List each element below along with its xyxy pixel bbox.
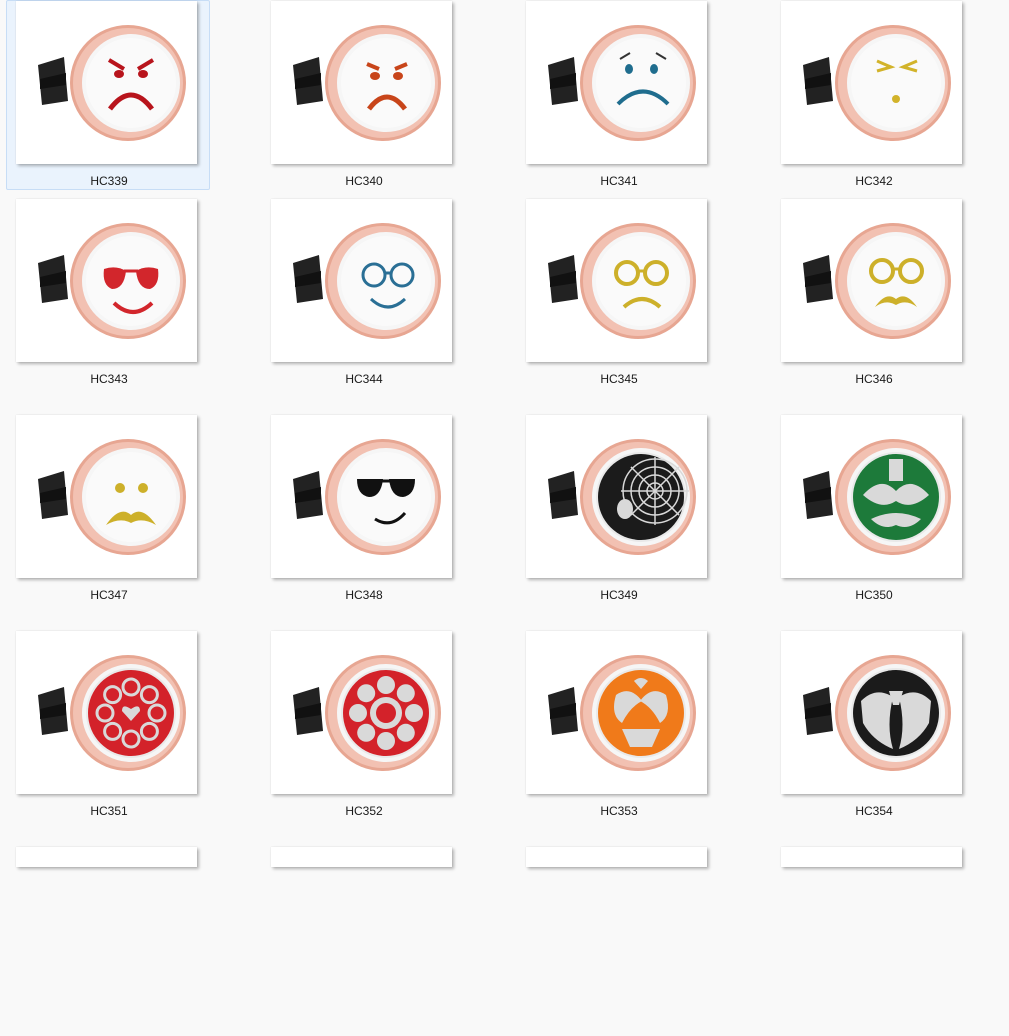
file-item-partial[interactable] [6, 846, 210, 1036]
file-name-label[interactable]: HC343 [7, 372, 211, 386]
file-name-label[interactable]: HC344 [262, 372, 466, 386]
file-thumbnail[interactable] [271, 631, 452, 794]
file-name-label[interactable]: HC352 [262, 804, 466, 818]
file-thumbnail[interactable] [526, 199, 707, 362]
file-name-label[interactable]: HC349 [517, 588, 721, 602]
file-name-label[interactable]: HC354 [772, 804, 976, 818]
file-thumbnail[interactable] [781, 199, 962, 362]
file-thumbnail[interactable] [526, 415, 707, 578]
file-name-label[interactable]: HC348 [262, 588, 466, 602]
file-thumbnail[interactable] [16, 847, 197, 867]
file-thumbnail[interactable] [16, 1, 197, 164]
file-name-label[interactable]: HC340 [262, 174, 466, 188]
file-name-label[interactable]: HC347 [7, 588, 211, 602]
file-thumbnail[interactable] [271, 199, 452, 362]
file-thumbnail[interactable] [16, 199, 197, 362]
file-thumbnail[interactable] [526, 631, 707, 794]
file-thumbnail[interactable] [16, 415, 197, 578]
file-item[interactable]: HC346 [771, 198, 975, 388]
file-item[interactable]: HC344 [261, 198, 465, 388]
file-name-label[interactable]: HC351 [7, 804, 211, 818]
file-name-label[interactable]: HC350 [772, 588, 976, 602]
file-item[interactable]: HC345 [516, 198, 720, 388]
file-thumbnail[interactable] [526, 847, 707, 867]
file-grid: HC339 HC340 HC341 HC342 HC343 HC344 HC345 HC346… [0, 0, 1009, 867]
file-item[interactable]: HC354 [771, 630, 975, 820]
file-thumbnail[interactable] [271, 847, 452, 867]
file-thumbnail[interactable] [271, 415, 452, 578]
file-name-label[interactable]: HC353 [517, 804, 721, 818]
file-item[interactable]: HC348 [261, 414, 465, 604]
file-item[interactable]: HC340 [261, 0, 465, 190]
file-item-partial[interactable] [261, 846, 465, 1036]
file-thumbnail[interactable] [781, 1, 962, 164]
file-item[interactable]: HC352 [261, 630, 465, 820]
file-thumbnail[interactable] [526, 1, 707, 164]
file-item-partial[interactable] [516, 846, 720, 1036]
file-thumbnail[interactable] [271, 1, 452, 164]
file-item-partial[interactable] [771, 846, 975, 1036]
file-thumbnail[interactable] [16, 631, 197, 794]
file-item[interactable]: HC349 [516, 414, 720, 604]
file-item[interactable]: HC350 [771, 414, 975, 604]
file-item[interactable]: HC353 [516, 630, 720, 820]
file-item[interactable]: HC343 [6, 198, 210, 388]
file-name-label[interactable]: HC341 [517, 174, 721, 188]
file-name-label[interactable]: HC342 [772, 174, 976, 188]
file-thumbnail[interactable] [781, 847, 962, 867]
file-item[interactable]: HC351 [6, 630, 210, 820]
file-thumbnail[interactable] [781, 631, 962, 794]
file-item[interactable]: HC339 [6, 0, 210, 190]
file-name-label[interactable]: HC339 [7, 174, 211, 188]
file-thumbnail[interactable] [781, 415, 962, 578]
file-name-label[interactable]: HC345 [517, 372, 721, 386]
file-item[interactable]: HC341 [516, 0, 720, 190]
file-item[interactable]: HC342 [771, 0, 975, 190]
file-item[interactable]: HC347 [6, 414, 210, 604]
file-name-label[interactable]: HC346 [772, 372, 976, 386]
